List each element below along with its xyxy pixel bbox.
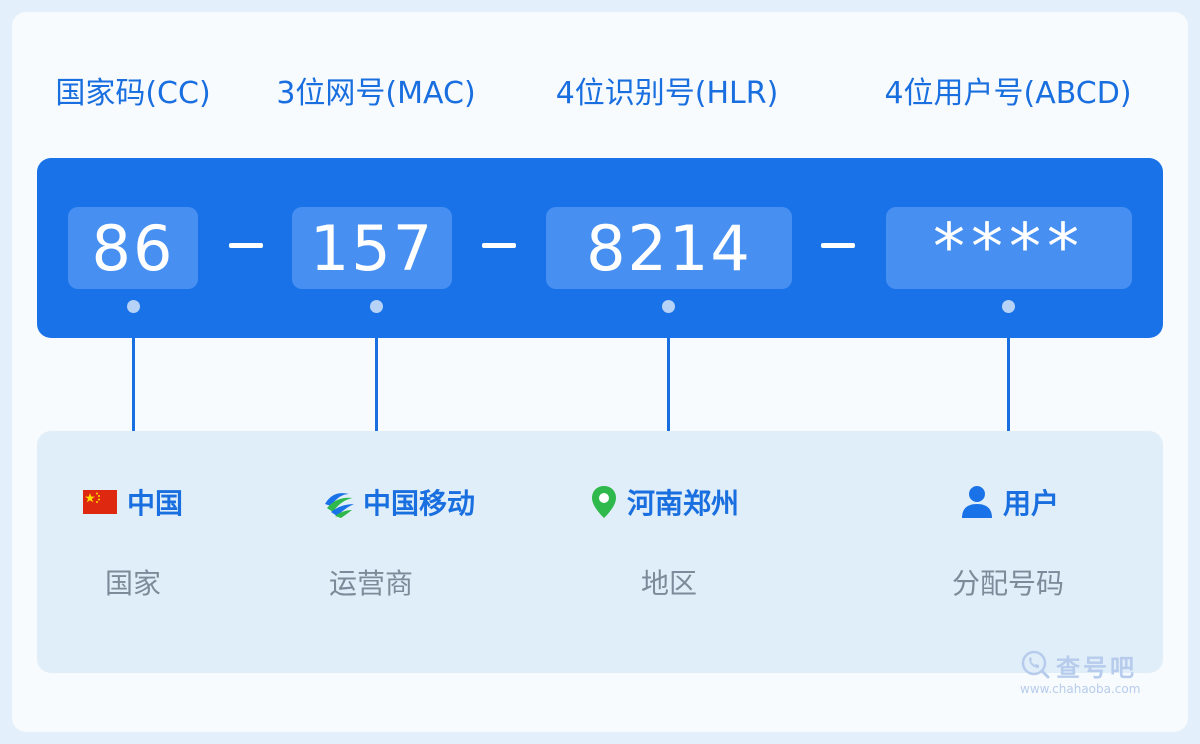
region-value: 河南郑州 bbox=[626, 487, 740, 520]
connector-line bbox=[132, 338, 135, 432]
connector-dot bbox=[662, 300, 675, 313]
segment-user-number: **** bbox=[886, 207, 1132, 289]
connector-line bbox=[1007, 338, 1010, 432]
brand-watermark: 查号吧 www.chahaoba.com bbox=[1020, 646, 1150, 702]
detail-region: 河南郑州 bbox=[591, 482, 739, 522]
detail-user: 用户 bbox=[961, 482, 1059, 522]
separator-dash bbox=[821, 243, 855, 248]
user-value: 用户 bbox=[1002, 487, 1060, 520]
category-carrier: 运营商 bbox=[328, 567, 414, 600]
separator-dash bbox=[482, 243, 516, 248]
user-icon bbox=[961, 486, 992, 518]
label-user-number: 4位用户号(ABCD) bbox=[884, 76, 1132, 111]
phone-search-icon bbox=[1021, 650, 1050, 679]
connector-dot bbox=[127, 300, 140, 313]
category-country: 国家 bbox=[104, 567, 162, 600]
segment-network-code: 157 bbox=[292, 207, 452, 289]
details-panel bbox=[37, 431, 1163, 673]
connector-line bbox=[375, 338, 378, 432]
country-value: 中国 bbox=[126, 487, 184, 520]
separator-dash bbox=[229, 243, 263, 248]
detail-carrier: 中国移动 bbox=[321, 482, 475, 522]
segment-hlr-code: 8214 bbox=[546, 207, 792, 289]
carrier-value: 中国移动 bbox=[362, 487, 476, 520]
brand-url: www.chahaoba.com bbox=[1020, 682, 1141, 696]
label-country-code: 国家码(CC) bbox=[55, 76, 211, 111]
connector-line bbox=[667, 338, 670, 432]
detail-country: 中国 bbox=[82, 482, 184, 522]
connector-dot bbox=[370, 300, 383, 313]
china-flag-icon bbox=[82, 490, 117, 514]
label-hlr-code: 4位识别号(HLR) bbox=[555, 76, 779, 111]
location-pin-icon bbox=[591, 486, 616, 518]
china-mobile-logo-icon bbox=[324, 493, 354, 518]
connector-dot bbox=[1002, 300, 1015, 313]
segment-country-code: 86 bbox=[68, 207, 198, 289]
category-region: 地区 bbox=[640, 567, 698, 600]
category-user: 分配号码 bbox=[951, 567, 1065, 600]
brand-name: 查号吧 bbox=[1056, 654, 1137, 682]
label-network-code: 3位网号(MAC) bbox=[276, 76, 476, 111]
